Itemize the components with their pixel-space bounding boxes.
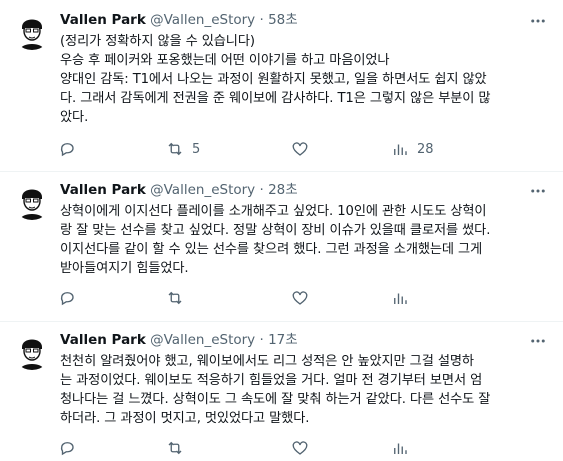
author-handle[interactable]: @Vallen_eStory: [150, 332, 255, 348]
views-icon: [394, 144, 407, 155]
views-icon: [394, 443, 407, 454]
reply-icon: [60, 143, 74, 157]
reply-icon: [60, 442, 74, 456]
tweet-line: 이지선다를 같이 할 수 있는 선수를 찾으려 했다. 그런 과정을 소개했는데…: [60, 242, 483, 257]
action-bar: [58, 288, 548, 308]
more-icon[interactable]: [529, 182, 547, 200]
timestamp[interactable]: 28초: [268, 182, 298, 198]
retweet-icon: [168, 142, 182, 156]
tweet-line: 하더라. 그 과정이 멋지고, 멋있었다고 말했다.: [60, 411, 310, 426]
retweet-button[interactable]: 5: [166, 139, 200, 159]
tweet-line: 다. 그래서 감독에게 전권을 준 웨이보에 감사하다. T1은 그렇지 않은 …: [60, 91, 491, 106]
views-button[interactable]: [391, 438, 417, 458]
tweet-2[interactable]: Vallen Park @Vallen_eStory · 28초 상혁이에게 이…: [0, 172, 563, 320]
author-name[interactable]: Vallen Park: [60, 332, 146, 348]
retweet-button[interactable]: [166, 288, 192, 308]
author-name[interactable]: Vallen Park: [60, 182, 146, 198]
author-name[interactable]: Vallen Park: [60, 12, 146, 28]
tweet-text: 천천히 알려줬어야 했고, 웨이보에서도 리그 성적은 안 높았지만 그걸 설명…: [60, 352, 548, 428]
like-button[interactable]: [291, 288, 317, 308]
action-bar: 5 28: [58, 139, 548, 159]
views-icon: [394, 293, 407, 304]
retweet-icon: [168, 441, 182, 455]
reply-button[interactable]: [58, 438, 84, 458]
timestamp[interactable]: 58초: [268, 12, 298, 28]
separator-dot: ·: [259, 182, 264, 198]
tweet-line: 양대인 감독: T1에서 나오는 과정이 원활하지 못했고, 일을 하면서도 쉽…: [60, 72, 487, 87]
more-icon[interactable]: [529, 332, 547, 350]
views-button[interactable]: 28: [391, 139, 434, 159]
retweet-icon: [168, 291, 182, 305]
tweet-line: 는 과정이었다. 웨이보도 적응하기 힘들었을 거다. 얼마 전 경기부터 보면…: [60, 373, 483, 388]
heart-icon: [292, 142, 308, 156]
tweet-text: (정리가 정확하지 않을 수 있습니다) 우승 후 페이커와 포옹했는데 어떤 …: [60, 32, 548, 127]
like-button[interactable]: [291, 438, 317, 458]
tweet-line: 았다.: [60, 110, 89, 125]
avatar[interactable]: [12, 330, 52, 370]
separator-dot: ·: [259, 332, 264, 348]
tweet-1[interactable]: Vallen Park @Vallen_eStory · 58초 (정리가 정확…: [0, 0, 563, 170]
action-bar: [58, 438, 548, 458]
separator-dot: ·: [259, 12, 264, 28]
reply-button[interactable]: [58, 139, 84, 159]
view-count: 28: [417, 141, 434, 157]
reply-icon: [60, 292, 74, 306]
heart-icon: [292, 291, 308, 305]
retweet-count: 5: [192, 141, 201, 157]
tweet-line: 천천히 알려줬어야 했고, 웨이보에서도 리그 성적은 안 높았지만 그걸 설명…: [60, 354, 474, 369]
tweet-3[interactable]: Vallen Park @Vallen_eStory · 17초 천천히 알려줬…: [0, 322, 563, 461]
tweet-line: 받아들여지기 힘들었다.: [60, 261, 189, 276]
author-handle[interactable]: @Vallen_eStory: [150, 182, 255, 198]
like-button[interactable]: [291, 139, 317, 159]
retweet-button[interactable]: [166, 438, 192, 458]
tweet-header: Vallen Park @Vallen_eStory · 17초: [60, 331, 298, 349]
tweet-line: 청나다는 걸 느꼈다. 상혁이도 그 속도에 잘 맞춰 하는거 같았다. 다른 …: [60, 392, 491, 407]
author-handle[interactable]: @Vallen_eStory: [150, 12, 255, 28]
more-icon[interactable]: [529, 12, 547, 30]
tweet-header: Vallen Park @Vallen_eStory · 28초: [60, 181, 298, 199]
avatar[interactable]: [12, 180, 52, 220]
reply-button[interactable]: [58, 288, 84, 308]
tweet-line: 우승 후 페이커와 포옹했는데 어떤 이야기를 하고 마음이었나: [60, 53, 390, 68]
tweet-line: 랑 잘 맞는 선수를 찾고 싶었다. 정말 상혁이 장비 이슈가 있을때 클로저…: [60, 223, 491, 238]
tweet-text: 상혁이에게 이지선다 플레이를 소개해주고 싶었다. 10인에 관한 시도도 상…: [60, 202, 548, 278]
heart-icon: [292, 441, 308, 455]
tweet-line: (정리가 정확하지 않을 수 있습니다): [60, 34, 255, 49]
avatar[interactable]: [12, 10, 52, 50]
timestamp[interactable]: 17초: [268, 332, 298, 348]
tweet-line: 상혁이에게 이지선다 플레이를 소개해주고 싶었다. 10인에 관한 시도도 상…: [60, 204, 487, 219]
views-button[interactable]: [391, 288, 417, 308]
tweet-header: Vallen Park @Vallen_eStory · 58초: [60, 11, 298, 29]
